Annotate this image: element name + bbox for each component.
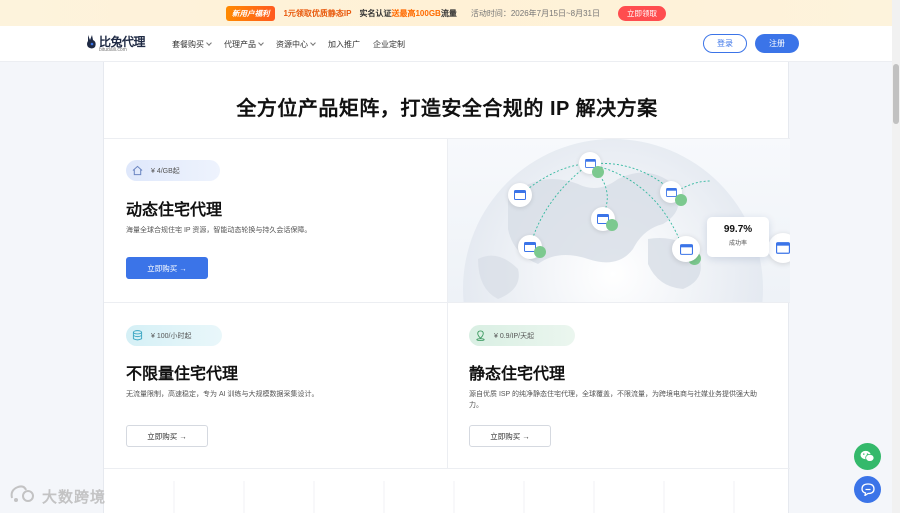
product-title-unlimited: 不限量住宅代理: [126, 366, 239, 383]
home-node-icon: [534, 246, 546, 258]
product-matrix-section: 全方位产品矩阵，打造安全合规的 IP 解决方案 ¥ 4/GB起 动态住宅代理 海…: [103, 62, 790, 513]
menu-item-enterprise[interactable]: 企业定制: [373, 39, 405, 50]
home-node-icon: [592, 166, 604, 178]
buy-button-unlimited[interactable]: 立即购买 →: [126, 425, 208, 447]
chevron-down-icon: [310, 40, 316, 46]
watermark-text: 大数跨境: [42, 489, 107, 506]
product-desc-static: 源自优质 ISP 的纯净静态住宅代理，全球覆盖，不限流量，为跨境电商与社媒业务提…: [469, 391, 758, 409]
product-title-dynamic: 动态住宅代理: [126, 202, 223, 219]
success-rate-value: 99.7%: [723, 224, 753, 235]
menu-item-packages[interactable]: 套餐购买: [172, 39, 212, 50]
promo-text-ip: 1元领取优质静态IP: [283, 8, 352, 18]
login-button[interactable]: 登录: [703, 34, 747, 53]
promo-tag: 新用户福利: [225, 5, 276, 21]
watermark: 大数跨境: [8, 482, 128, 510]
promo-claim-button[interactable]: 立即领取: [618, 5, 667, 21]
wechat-icon: [860, 450, 875, 462]
chat-bubble-icon: [860, 483, 875, 496]
scrollbar-thumb[interactable]: [893, 64, 899, 124]
menu-item-resources[interactable]: 资源中心: [276, 39, 316, 50]
chevron-down-icon: [258, 40, 264, 46]
home-node-icon: [606, 219, 618, 231]
home-icon: [130, 163, 145, 178]
server-window-icon: [768, 233, 790, 263]
success-rate-card: 99.7% 成功率: [707, 217, 769, 257]
success-rate-label: 成功率: [728, 241, 747, 247]
site-logo[interactable]: 比兔代理 bitudaili.com: [86, 31, 156, 57]
top-navigation: 比兔代理 bitudaili.com 套餐购买 代理产品 资源中心 加入推广 企…: [0, 26, 892, 62]
promo-text-traffic: 实名认证送最高100GB流量: [359, 8, 457, 18]
buy-button-dynamic[interactable]: 立即购买 →: [126, 257, 208, 279]
main-menu: 套餐购买 代理产品 资源中心 加入推广 企业定制: [172, 26, 405, 62]
rabbit-logo-icon: [87, 35, 96, 49]
server-window-icon: [672, 236, 700, 262]
price-badge-static: ¥ 0.9/IP/天起: [469, 325, 575, 346]
buy-button-static[interactable]: 立即购买 →: [469, 425, 551, 447]
home-node-icon: [675, 194, 687, 206]
chevron-down-icon: [206, 40, 212, 46]
page-scrollbar[interactable]: [892, 0, 900, 513]
price-badge-unlimited: ¥ 100/小时起: [126, 325, 222, 346]
wechat-contact-button[interactable]: [854, 443, 881, 470]
database-icon: [130, 328, 145, 343]
section-headline: 全方位产品矩阵，打造安全合规的 IP 解决方案: [236, 98, 658, 120]
logo-domain: bitudaili.com: [99, 47, 127, 53]
product-title-static: 静态住宅代理: [469, 366, 566, 383]
promo-banner[interactable]: 新用户福利 1元领取优质静态IP 实名认证送最高100GB流量 活动时间：202…: [0, 0, 892, 26]
promo-period: 活动时间：2026年7月15日~8月31日: [470, 8, 601, 18]
watermark-logo-icon: [10, 485, 34, 502]
online-chat-button[interactable]: [854, 476, 881, 503]
register-button[interactable]: 注册: [755, 34, 799, 53]
menu-item-products[interactable]: 代理产品: [224, 39, 264, 50]
next-section-preview: [104, 469, 790, 513]
location-pin-icon: [473, 328, 488, 343]
server-window-icon: [508, 183, 532, 207]
product-desc-dynamic: 海量全球合规住宅 IP 资源，智能动态轮换与持久会话保障。: [126, 227, 312, 234]
product-desc-unlimited: 无流量限制，高速稳定，专为 AI 训练与大规模数据采集设计。: [126, 391, 319, 398]
menu-item-affiliate[interactable]: 加入推广: [328, 39, 360, 50]
price-badge-dynamic: ¥ 4/GB起: [126, 160, 220, 181]
